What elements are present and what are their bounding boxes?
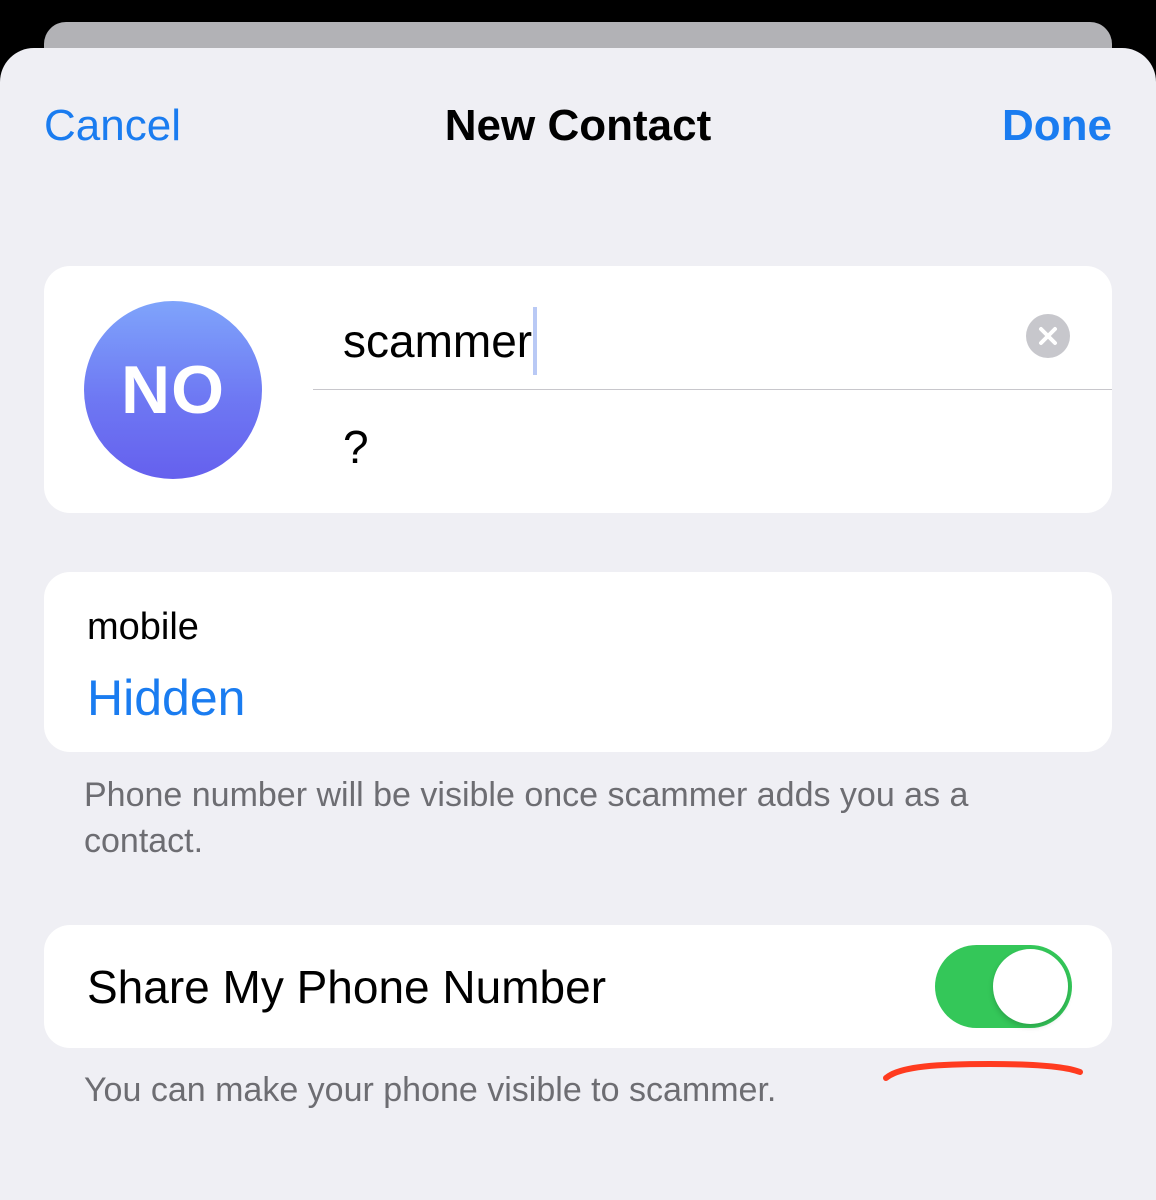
name-card: NO scammer ? [44, 266, 1112, 513]
first-name-field[interactable]: scammer [343, 306, 993, 376]
share-card: Share My Phone Number [44, 925, 1112, 1048]
clear-circle-x-icon [1039, 327, 1057, 345]
avatar[interactable]: NO [84, 301, 262, 479]
clear-text-button[interactable] [1026, 314, 1070, 358]
phone-value[interactable]: Hidden [87, 668, 245, 728]
share-phone-label: Share My Phone Number [87, 961, 607, 1013]
phone-label: mobile [87, 606, 199, 648]
done-button[interactable]: Done [1002, 100, 1112, 152]
toggle-knob [993, 949, 1068, 1024]
last-name-field[interactable]: ? [343, 414, 1043, 480]
text-cursor [533, 306, 538, 375]
share-footer-note: You can make your phone visible to scamm… [84, 1071, 777, 1109]
avatar-initials: NO [121, 352, 225, 428]
share-phone-toggle[interactable] [935, 945, 1072, 1028]
page-title: New Contact [444, 101, 712, 150]
red-underline-annotation [883, 1060, 1083, 1081]
first-name-text: scammer [343, 315, 533, 367]
phone-card: mobile Hidden [44, 572, 1112, 752]
phone-footer-note: Phone number will be visible once scamme… [84, 776, 969, 860]
field-divider [313, 389, 1112, 390]
